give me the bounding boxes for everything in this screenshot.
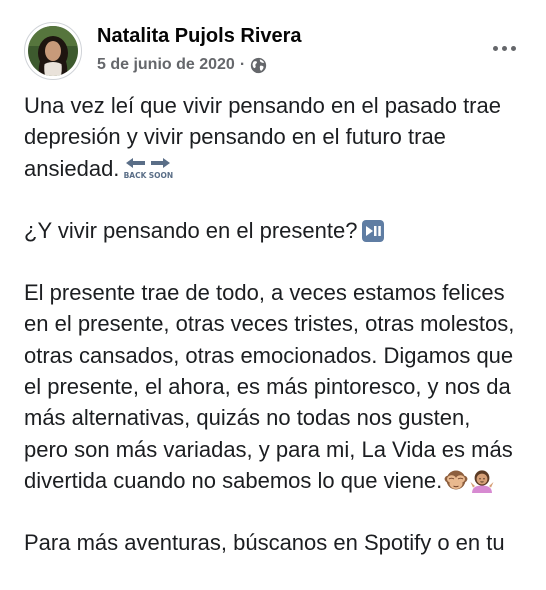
more-horizontal-icon [492, 45, 516, 51]
post-header: Natalita Pujols Rivera 5 de junio de 202… [24, 22, 522, 80]
svg-text:BACK: BACK [124, 171, 148, 180]
paragraph-1-text: Una vez leí que vivir pensando en el pas… [24, 93, 501, 181]
paragraph-1: Una vez leí que vivir pensando en el pas… [24, 90, 534, 184]
author-name[interactable]: Natalita Pujols Rivera [97, 25, 302, 48]
profile-photo [28, 26, 78, 76]
avatar[interactable] [24, 22, 82, 80]
person-shrugging-icon [470, 469, 494, 493]
more-options-button[interactable] [486, 30, 522, 66]
globe-icon[interactable] [250, 57, 267, 74]
paragraph-4-text: Para más aventuras, búscanos en Spotify … [24, 530, 505, 556]
back-soon-arrows-icon: BACK SOON [123, 157, 174, 181]
paragraph-2-text: ¿Y vivir pensando en el presente? [24, 217, 358, 243]
svg-text:SOON: SOON [149, 171, 173, 180]
paragraph-4: Para más aventuras, búscanos en Spotify … [24, 527, 534, 558]
post-text: Una vez leí que vivir pensando en el pas… [24, 90, 534, 590]
see-no-evil-monkey-icon [444, 469, 468, 493]
paragraph-3: El presente trae de todo, a veces estamo… [24, 277, 534, 496]
post-meta: 5 de junio de 2020 · [97, 54, 267, 76]
paragraph-3-text: El presente trae de todo, a veces estamo… [24, 280, 515, 493]
play-pause-icon [361, 219, 385, 243]
meta-separator: · [239, 56, 246, 73]
paragraph-2: ¿Y vivir pensando en el presente? [24, 215, 534, 246]
post-card: Natalita Pujols Rivera 5 de junio de 202… [0, 0, 546, 555]
post-date[interactable]: 5 de junio de 2020 [97, 56, 235, 74]
profile-photo-image [28, 26, 78, 76]
